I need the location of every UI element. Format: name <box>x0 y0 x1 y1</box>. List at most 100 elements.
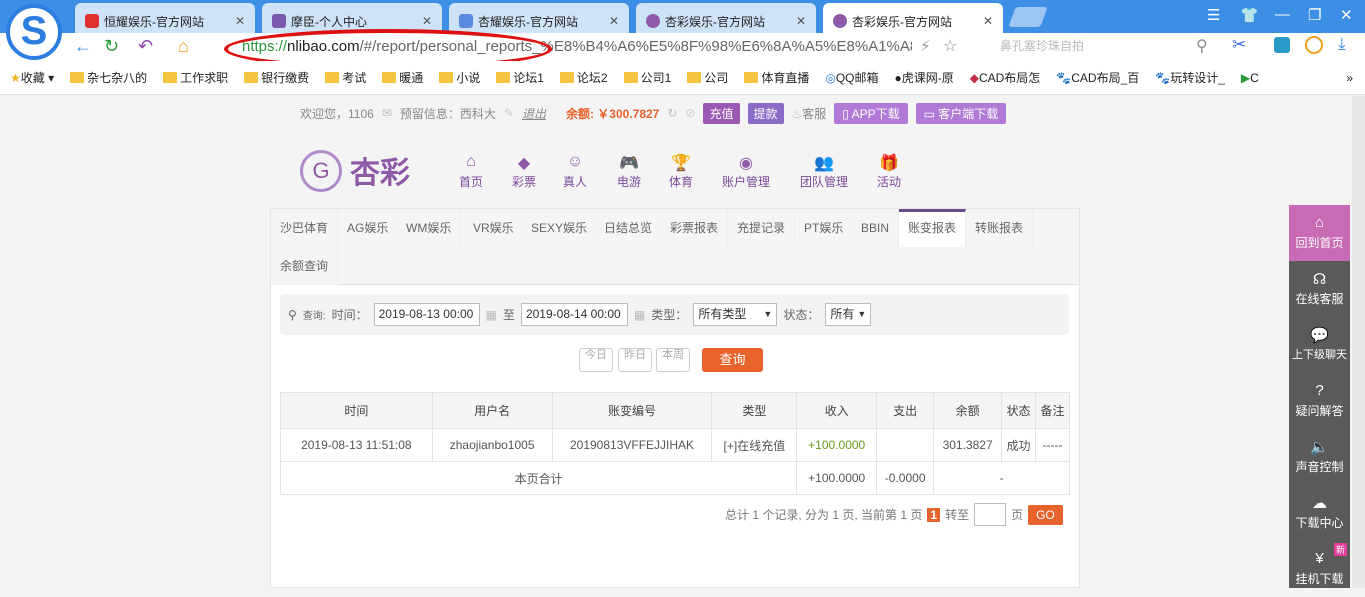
close-tab-icon[interactable]: ✕ <box>983 14 993 28</box>
bookmark-folder[interactable]: 公司1 <box>623 69 671 86</box>
side-faq[interactable]: ? 疑问解答 <box>1289 373 1350 429</box>
bookmark-favorites[interactable]: ★收藏 ▾ <box>10 69 54 86</box>
client-download-button[interactable]: ▭ 客户端下载 <box>915 102 1007 124</box>
start-date-input[interactable]: 2019-08-13 00:00 <box>373 303 480 326</box>
close-window-icon[interactable]: ✕ <box>1340 6 1353 24</box>
calendar-icon[interactable]: ▦ <box>634 308 645 322</box>
scrollbar[interactable] <box>1352 96 1365 588</box>
edit-icon[interactable]: ✎ <box>504 106 514 120</box>
bookmark-link[interactable]: ●虎课网-原 <box>894 69 953 86</box>
sogou-browser-logo[interactable]: S <box>6 4 62 60</box>
minimize-icon[interactable]: — <box>1275 6 1290 23</box>
tab-sabа-sports[interactable]: 沙巴体育 <box>271 209 339 247</box>
url-input[interactable]: https://nlibao.com/#/report/personal_rep… <box>222 36 912 58</box>
current-page[interactable]: 1 <box>927 507 941 522</box>
nav-live[interactable]: ☺ 真人 <box>563 153 587 190</box>
calendar-icon[interactable]: ▦ <box>486 308 497 322</box>
bookmark-folder[interactable]: 论坛2 <box>559 69 608 86</box>
bookmark-folder[interactable]: 工作求职 <box>163 69 228 86</box>
tab-balance-query[interactable]: 余额查询 <box>271 247 339 285</box>
back-icon[interactable]: ← <box>74 36 92 57</box>
undo-icon[interactable]: ↶ <box>138 36 153 57</box>
tab-daily-summary[interactable]: 日结总览 <box>595 209 663 247</box>
star-icon[interactable]: ☆ <box>943 36 957 56</box>
tab-wm[interactable]: WM娱乐 <box>397 209 462 247</box>
more-bookmarks-icon[interactable]: » <box>1346 71 1353 85</box>
browser-tab[interactable]: 摩臣-个人中心 ✕ <box>262 3 442 33</box>
bookmark-folder[interactable]: 银行缴费 <box>244 69 309 86</box>
bookmark-folder[interactable]: 论坛1 <box>496 69 544 86</box>
nav-games[interactable]: 🎮 电游 <box>617 153 641 190</box>
mail-icon[interactable]: ✉ <box>382 106 392 120</box>
this-week-button[interactable]: 本周 <box>656 348 690 372</box>
lightning-icon[interactable]: ⚡ <box>920 37 931 55</box>
nav-sports[interactable]: 🏆 体育 <box>669 153 693 190</box>
close-tab-icon[interactable]: ✕ <box>609 14 619 28</box>
tab-bbin[interactable]: BBIN <box>852 209 900 247</box>
browser-tab[interactable]: 杏耀娱乐-官方网站 ✕ <box>449 3 629 33</box>
search-button[interactable]: 查询 <box>702 348 763 372</box>
tab-lottery-report[interactable]: 彩票报表 <box>661 209 729 247</box>
tab-deposit-records[interactable]: 充提记录 <box>728 209 796 247</box>
close-tab-icon[interactable]: ✕ <box>235 14 245 28</box>
nav-home[interactable]: ⌂ 首页 <box>459 153 483 190</box>
recharge-button[interactable]: 充值 <box>703 102 740 124</box>
logout-link[interactable]: 退出 <box>522 105 546 122</box>
today-button[interactable]: 今日 <box>579 348 613 372</box>
status-select[interactable]: 所有 ▼ <box>825 303 872 326</box>
page-input[interactable] <box>974 503 1007 526</box>
nav-team[interactable]: 👥 团队管理 <box>800 153 848 190</box>
tab-pt[interactable]: PT娱乐 <box>795 209 854 247</box>
tab-transfer-report[interactable]: 转账报表 <box>966 209 1034 247</box>
brand-logo-icon[interactable]: G <box>300 150 342 192</box>
bookmark-link[interactable]: ▶C <box>1241 71 1259 85</box>
service-link[interactable]: ♨客服 <box>792 105 827 122</box>
close-tab-icon[interactable]: ✕ <box>796 14 806 28</box>
bookmark-link[interactable]: 🐾CAD布局_百 <box>1056 69 1139 86</box>
bookmark-folder[interactable]: 体育直播 <box>744 69 809 86</box>
download-icon[interactable]: ⤓ <box>1338 34 1346 54</box>
bookmark-folder[interactable]: 杂七杂八的 <box>70 69 147 86</box>
skin-icon[interactable]: 👕 <box>1240 6 1259 24</box>
refresh-icon[interactable]: ↻ <box>104 36 119 57</box>
hide-balance-icon[interactable]: ⊘ <box>685 106 695 120</box>
side-online-service[interactable]: ☊ 在线客服 <box>1289 261 1350 317</box>
refresh-balance-icon[interactable]: ↻ <box>667 106 677 120</box>
bookmark-link[interactable]: 🐾玩转设计_ <box>1155 69 1225 86</box>
nav-account[interactable]: ◉ 账户管理 <box>722 153 770 190</box>
close-tab-icon[interactable]: ✕ <box>422 14 432 28</box>
maximize-icon[interactable]: ❐ <box>1308 6 1321 24</box>
side-sound[interactable]: 🔈 声音控制 <box>1289 429 1350 485</box>
side-chat[interactable]: 💬 上下级聊天 <box>1289 317 1350 373</box>
brand-name[interactable]: 杏彩 <box>350 148 410 192</box>
home-icon[interactable]: ⌂ <box>178 36 189 57</box>
bookmark-link[interactable]: ◆CAD布局怎 <box>970 69 1041 86</box>
withdraw-button[interactable]: 提款 <box>747 102 784 124</box>
tab-sexy[interactable]: SEXY娱乐 <box>522 209 598 247</box>
extension-icon[interactable] <box>1274 37 1290 53</box>
go-button[interactable]: GO <box>1028 504 1063 525</box>
nav-lottery[interactable]: ◆ 彩票 <box>512 153 536 190</box>
tab-ag[interactable]: AG娱乐 <box>338 209 399 247</box>
browser-tab[interactable]: 杏彩娱乐-官方网站 ✕ <box>636 3 816 33</box>
end-date-input[interactable]: 2019-08-14 00:00 <box>520 303 628 326</box>
more-icon[interactable] <box>1305 36 1323 54</box>
bookmark-folder[interactable]: 小说 <box>439 69 480 86</box>
scissors-icon[interactable]: ✂ <box>1232 35 1246 55</box>
type-select[interactable]: 所有类型 ▼ <box>693 303 778 326</box>
side-download[interactable]: ☁ 下载中心 <box>1289 485 1350 541</box>
tab-vr[interactable]: VR娱乐 <box>464 209 524 247</box>
bookmark-folder[interactable]: 公司 <box>687 69 728 86</box>
nav-activity[interactable]: 🎁 活动 <box>877 153 901 190</box>
tab-account-changes[interactable]: 账变报表 <box>899 209 967 247</box>
browser-tab[interactable]: 恒耀娱乐-官方网站 ✕ <box>75 3 255 33</box>
side-home[interactable]: ⌂ 回到首页 <box>1289 205 1350 261</box>
menu-icon[interactable]: ☰ <box>1207 6 1220 24</box>
yesterday-button[interactable]: 昨日 <box>618 348 652 372</box>
search-icon[interactable]: ⚲ <box>1196 36 1208 56</box>
bookmark-folder[interactable]: 考试 <box>325 69 366 86</box>
bookmark-folder[interactable]: 暖通 <box>382 69 423 86</box>
side-hangup-download[interactable]: ¥ 挂机下载新 <box>1289 541 1350 597</box>
bookmark-link[interactable]: ◎QQ邮箱 <box>825 69 878 86</box>
search-input[interactable]: 鼻孔塞珍珠自拍 <box>1000 37 1084 54</box>
